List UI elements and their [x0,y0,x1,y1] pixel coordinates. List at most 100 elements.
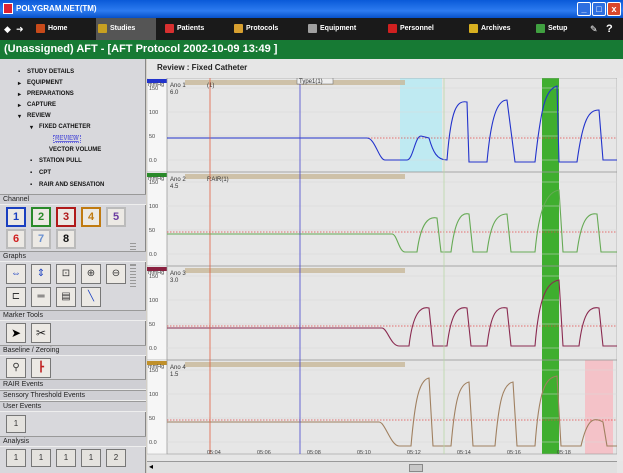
menu-bar: ◆ ➜ Home Studies Patients Protocols Equi… [0,18,623,40]
analysis-button-4[interactable]: 1 [81,449,101,467]
section-user-events: User Events [0,401,146,412]
help-button[interactable]: ? [606,18,613,40]
fit-vertical-icon[interactable]: ⇕ [31,264,51,284]
pointer-icon[interactable]: ➤ [6,323,26,343]
time-tick-label: 05:10 [357,450,371,456]
maximize-button[interactable]: □ [592,2,606,16]
tree-station-pull[interactable]: ▪ STATION PULL [30,158,82,164]
zero-tool-icon[interactable]: ⚲ [6,358,26,378]
time-tick-label: 05:08 [307,450,321,456]
menu-patients[interactable]: Patients [163,18,228,40]
trace-name: Ano 2 [170,177,186,183]
time-tick-label: 05:06 [257,450,271,456]
baseline-line-icon[interactable]: ═ [31,287,51,307]
tree-review[interactable]: ▾ REVIEW [18,113,51,120]
y-tick-label: 100 [149,204,158,210]
cyan-highlight-region [400,78,442,172]
fit-horizontal-icon[interactable]: ⇔ [6,264,26,284]
bullet-icon: ▪ [30,170,33,176]
trace-value: 1.5 [170,372,179,378]
pink-highlight-region [585,360,613,454]
channel-8-button[interactable]: 8 [56,229,76,249]
y-tick-label: 0.0 [149,346,157,352]
archives-icon [469,24,478,33]
pin-icon[interactable]: ✎ [590,18,598,40]
channel-1-button[interactable]: 1 [6,207,26,227]
expand-icon: ▸ [18,92,22,98]
tree-review-selected[interactable]: REVIEW [53,135,81,143]
protocols-icon [234,24,243,33]
channel-6-button[interactable]: 6 [6,229,26,249]
baseline-marker-icon[interactable]: ┣ [31,358,51,378]
top-marker-label: Type1(1) [299,79,323,85]
menu-equipment[interactable]: Equipment [306,18,372,40]
trend-icon[interactable]: ╲ [81,287,101,307]
review-panel: Review : Fixed Catheter 150 100 50 0.0 mmHg A… [147,59,623,473]
channel-4-button[interactable]: 4 [81,207,101,227]
time-tick-label: 05:14 [457,450,471,456]
pan-icon[interactable]: ⊏ [6,287,26,307]
y-tick-label: 50 [149,322,155,328]
back-arrow-icon[interactable]: ◆ [4,18,11,40]
analysis-button-2[interactable]: 1 [31,449,51,467]
horizontal-scrollbar[interactable]: ◂ [147,461,617,473]
trace-marker-label: (1) [207,83,214,89]
trace-value: 4.5 [170,184,179,190]
bullet-icon: ▪ [30,158,33,164]
menu-protocols[interactable]: Protocols [232,18,298,40]
menu-home[interactable]: Home [34,18,92,40]
event-bar [185,268,405,273]
close-button[interactable]: x [607,2,621,16]
channel-2-button[interactable]: 2 [31,207,51,227]
channel-5-button[interactable]: 5 [106,207,126,227]
y-tick-label: 100 [149,298,158,304]
zoom-box-icon[interactable]: ⊡ [56,264,76,284]
section-graphs: Graphs [0,251,146,262]
units-label: mmHg [148,270,164,276]
tree-preparations[interactable]: ▸ PREPARATIONS [18,91,74,98]
layout-icon[interactable]: ▤ [56,287,76,307]
manometry-traces[interactable]: 150100500.0mmHg Ano 16.0(1)150100500.0mmH… [147,78,617,460]
user-event-button[interactable]: 1 [6,415,26,433]
minimize-button[interactable]: _ [577,2,591,16]
analysis-button-3[interactable]: 1 [56,449,76,467]
channel-7-button[interactable]: 7 [31,229,51,249]
zoom-in-icon[interactable]: ⊕ [81,264,101,284]
time-tick-label: 05:16 [507,450,521,456]
studies-icon [98,24,107,33]
forward-arrow-icon[interactable]: ➜ [16,18,24,40]
menu-archives[interactable]: Archives [467,18,527,40]
channel-3-button[interactable]: 3 [56,207,76,227]
scroll-thumb[interactable] [409,464,423,472]
menu-studies[interactable]: Studies [96,18,156,40]
scroll-left-icon[interactable]: ◂ [149,462,153,471]
analysis-button-5[interactable]: 2 [106,449,126,467]
tree-rair-and-sensation[interactable]: ▪ RAIR AND SENSATION [30,182,104,188]
scissors-icon[interactable]: ✂ [31,323,51,343]
trace-name: Ano 1 [170,83,186,89]
menu-setup[interactable]: Setup [534,18,584,40]
tree-equipment[interactable]: ▸ EQUIPMENT [18,80,63,87]
analysis-button-1[interactable]: 1 [6,449,26,467]
section-analysis: Analysis [0,436,146,447]
units-label: mmHg [148,364,164,370]
vertical-scrollbar[interactable] [617,78,623,461]
resize-grip[interactable] [130,265,136,287]
tree-cpt[interactable]: ▪ CPT [30,170,51,176]
zoom-out-icon[interactable]: ⊖ [106,264,126,284]
section-marker-tools: Marker Tools [0,310,146,321]
tree-study-details[interactable]: ▪ STUDY DETAILS [18,69,74,75]
tree-capture[interactable]: ▸ CAPTURE [18,102,56,109]
units-label: mmHg [148,176,164,182]
y-tick-label: 0.0 [149,440,157,446]
tree-vector-volume[interactable]: VECTOR VOLUME [49,147,101,153]
study-status-line: (Unassigned) AFT - [AFT Protocol 2002-10… [0,40,623,59]
patients-icon [165,24,174,33]
units-label: mmHg [148,82,164,88]
y-tick-label: 0.0 [149,158,157,164]
menu-personnel[interactable]: Personnel [386,18,452,40]
expand-icon: ▸ [18,81,22,87]
section-baseline-zeroing: Baseline / Zeroing [0,345,146,356]
tree-fixed-catheter[interactable]: ▾ FIXED CATHETER [30,124,91,131]
time-tick-label: 05:12 [407,450,421,456]
